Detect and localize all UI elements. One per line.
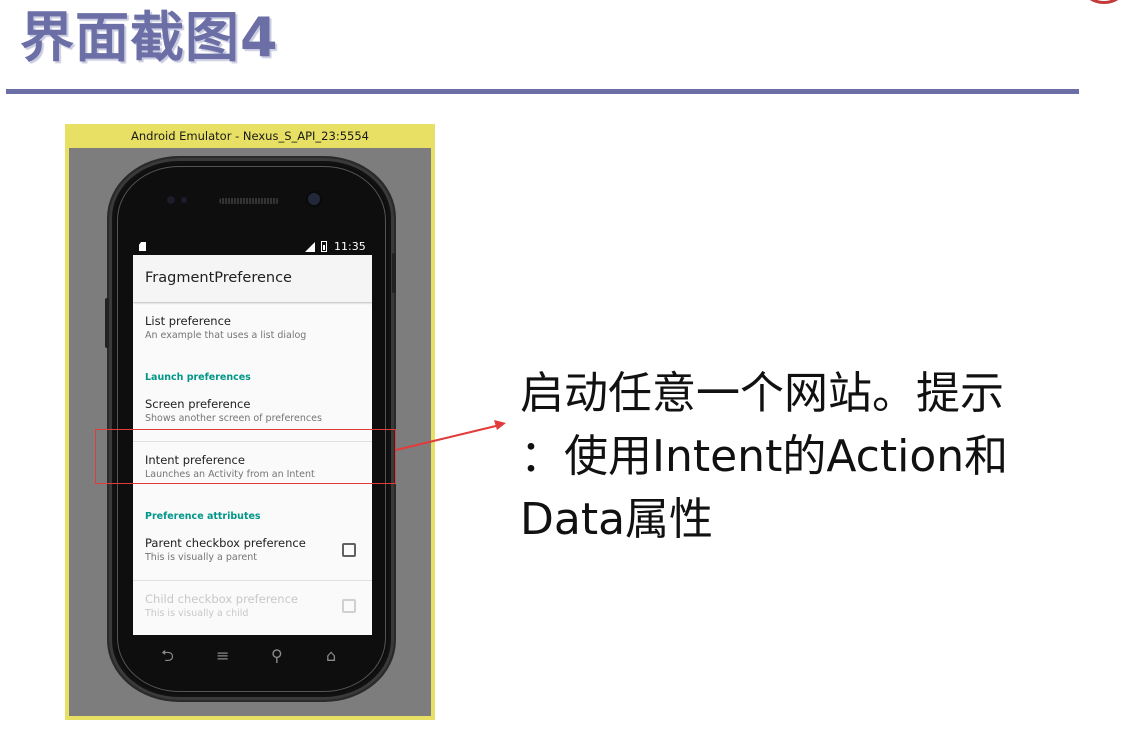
callout-line: 启动任意一个网站。提示: [520, 368, 1004, 419]
callout-line: ：使用Intent的Action和: [520, 431, 1009, 482]
callout-text: 启动任意一个网站。提示 ：使用Intent的Action和 Data属性: [520, 362, 1120, 551]
callout-line: Data属性: [520, 494, 714, 545]
